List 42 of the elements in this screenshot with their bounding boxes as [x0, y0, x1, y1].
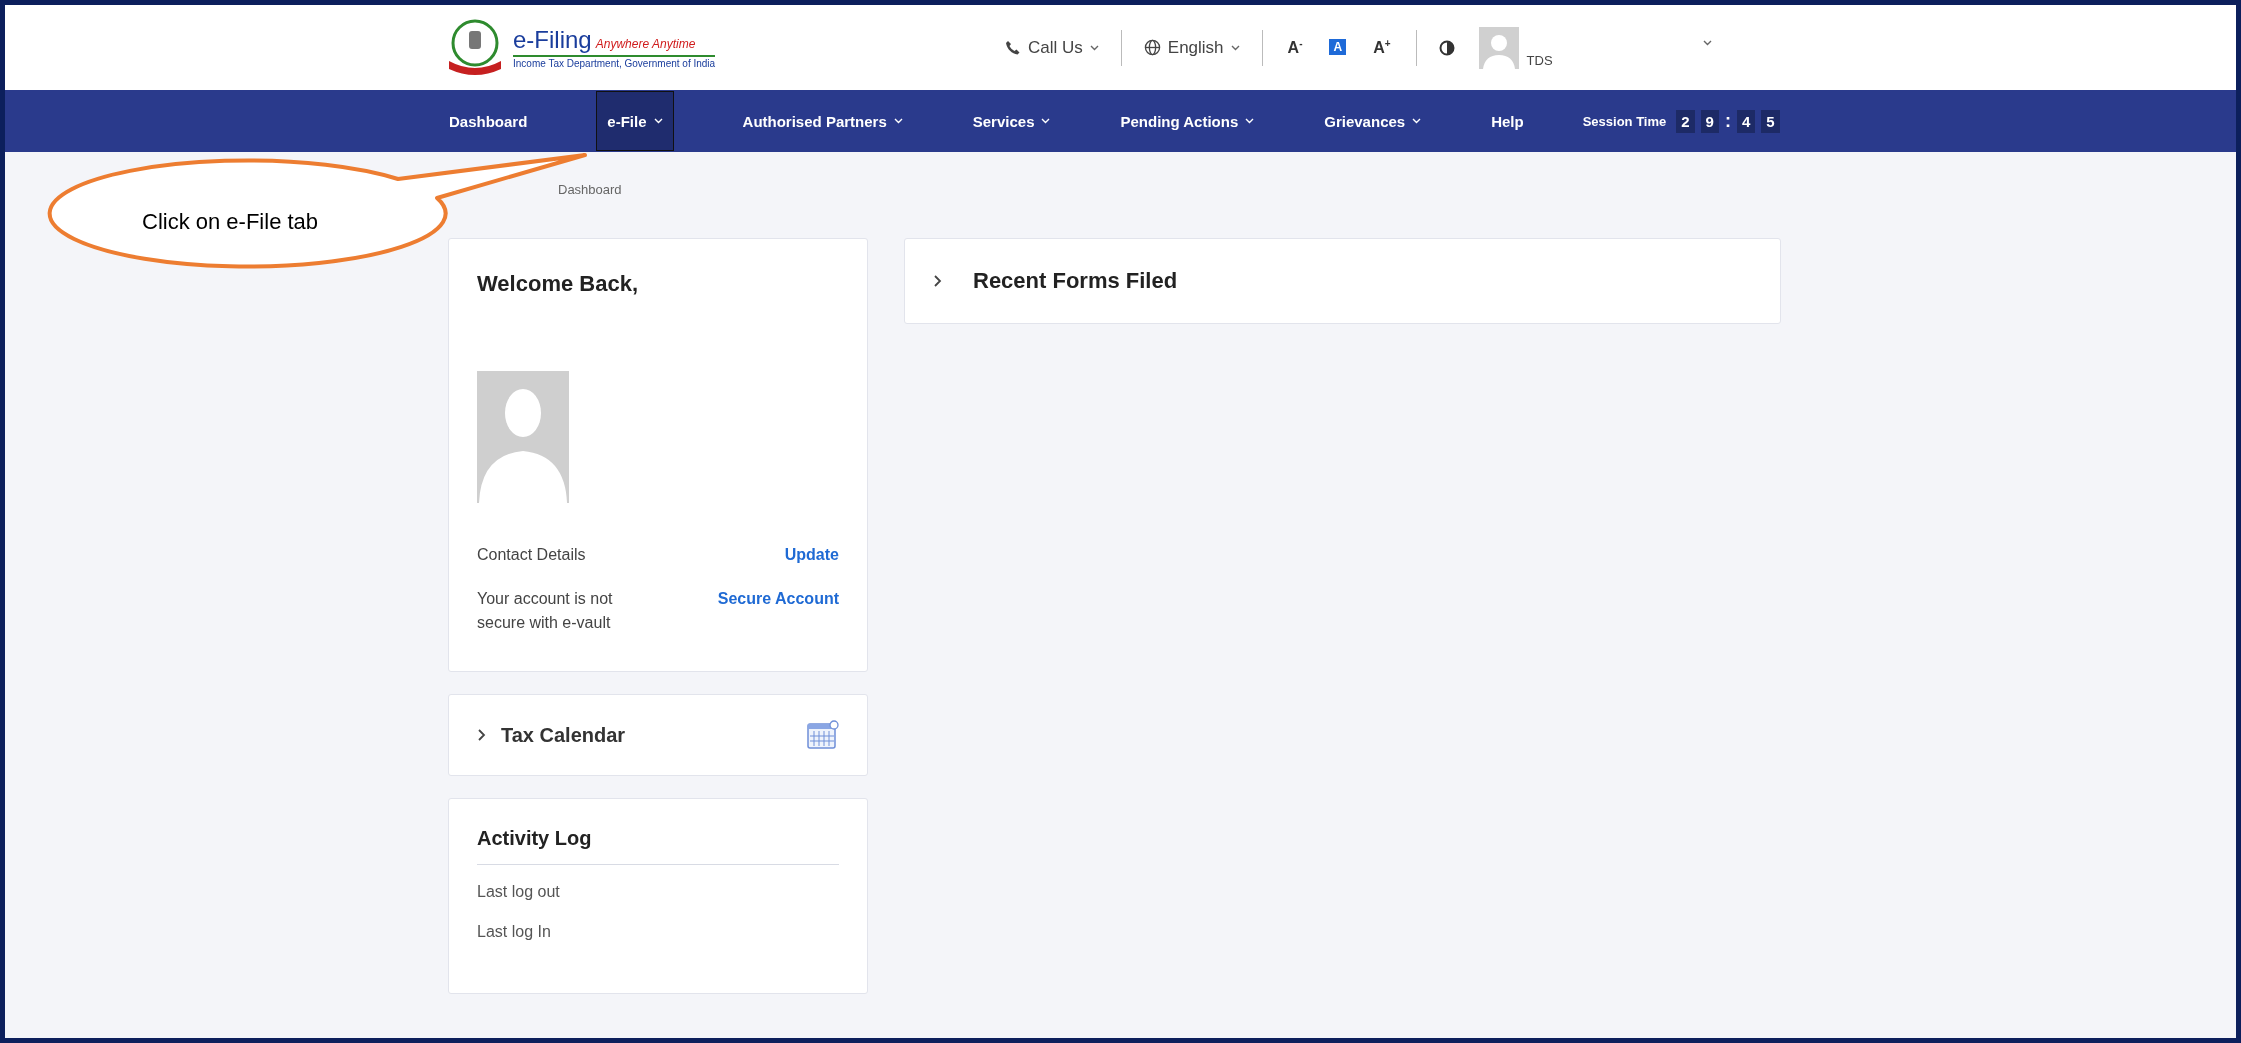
activity-item: Last log out	[477, 883, 560, 901]
timer-colon: :	[1724, 110, 1731, 132]
activity-log-heading: Activity Log	[477, 827, 593, 850]
globe-icon	[1143, 39, 1161, 56]
nav-tab[interactable]: Dashboard	[448, 91, 529, 151]
calendar-icon	[807, 720, 839, 750]
timer-digit: 5	[1761, 109, 1780, 133]
phone-icon	[1005, 39, 1021, 56]
nav-tab[interactable]: Authorised Partners	[741, 91, 904, 151]
nav-tab[interactable]: Grievances	[1323, 91, 1423, 151]
row-label: Contact Details	[477, 545, 587, 565]
action-link[interactable]: Update	[784, 543, 839, 567]
logo-tagline: Anywhere Anytime	[595, 37, 696, 51]
contrast-icon[interactable]	[1438, 39, 1455, 56]
user-role: TDS	[1526, 53, 1553, 68]
timer-digit: 9	[1700, 109, 1719, 133]
font-size-button[interactable]: A$^{-}$	[1284, 36, 1306, 59]
row-label: Your account is not secure with e-vault	[477, 589, 614, 633]
chevron-down-icon	[1230, 44, 1240, 51]
timer-digit: 4	[1736, 109, 1756, 133]
profile-avatar-icon	[477, 371, 569, 503]
call-us-button[interactable]: Call Us	[1005, 37, 1099, 58]
user-menu-chevron-icon	[1702, 39, 1712, 46]
breadcrumb[interactable]: Dashboard	[558, 182, 622, 197]
font-size-button[interactable]: A$^{+}$	[1370, 36, 1394, 59]
language-button[interactable]: English	[1143, 37, 1240, 58]
font-size-button[interactable]: A	[1329, 39, 1347, 56]
chevron-down-icon	[1089, 44, 1099, 51]
activity-item: Last log In	[477, 923, 551, 941]
recent-forms-panel[interactable]: Recent Forms Filed	[904, 238, 1781, 324]
action-link[interactable]: Secure Account	[717, 587, 839, 611]
nav-tab[interactable]: Services	[971, 91, 1052, 151]
nav-tab[interactable]: e-File	[596, 91, 674, 151]
timer-digit: 2	[1676, 109, 1695, 133]
nav-tab[interactable]: Pending Actions	[1119, 91, 1256, 151]
logo-subtitle: Income Tax Department, Government of India	[513, 58, 716, 69]
tax-calendar-panel[interactable]: Tax Calendar	[448, 694, 868, 776]
welcome-heading: Welcome Back,	[477, 271, 639, 297]
logo-title: e-Filing	[513, 26, 592, 54]
session-time-label: Session Time	[1582, 113, 1667, 129]
callout-text: Click on e-File tab	[142, 209, 319, 235]
nav-tab[interactable]: Help	[1490, 91, 1525, 151]
